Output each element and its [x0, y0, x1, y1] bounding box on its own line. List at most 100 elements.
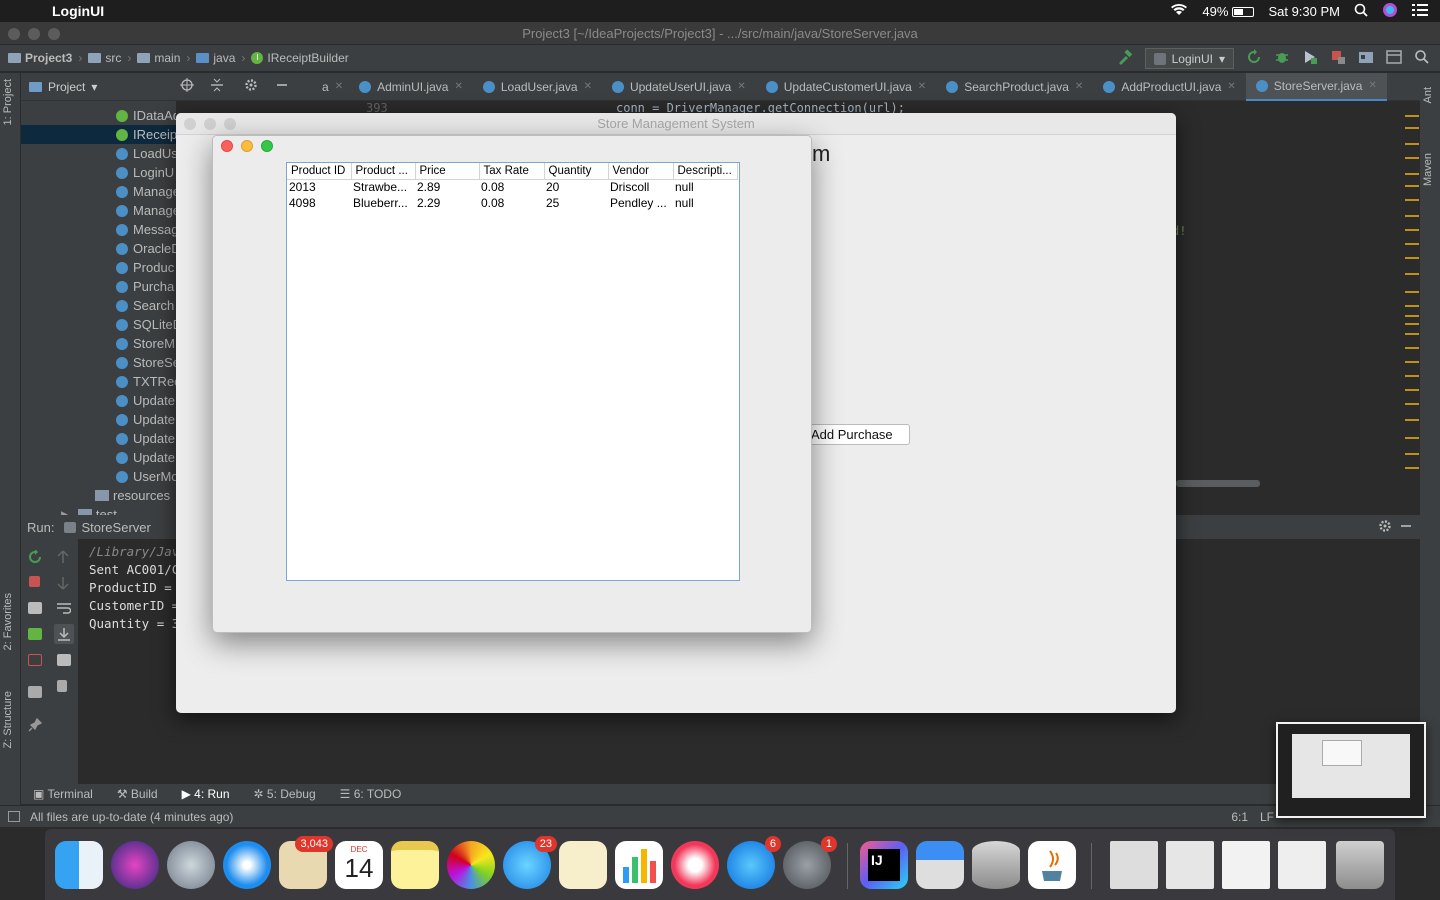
- tree-item[interactable]: UserMo: [21, 467, 176, 486]
- editor-tab-storeserver[interactable]: StoreServer.java ✕: [1245, 72, 1387, 101]
- tree-item[interactable]: OracleD: [21, 239, 176, 258]
- debug-bug-icon[interactable]: [1274, 49, 1290, 68]
- stop-icon[interactable]: [1330, 49, 1346, 68]
- tree-item[interactable]: Messag: [21, 220, 176, 239]
- table-cell[interactable]: Strawbe...: [351, 179, 415, 195]
- siri-icon[interactable]: [1382, 2, 1398, 21]
- column-header[interactable]: Vendor: [608, 163, 674, 180]
- trash-icon[interactable]: [57, 680, 67, 692]
- project-tool-tab[interactable]: 1: Project: [2, 79, 14, 125]
- ide-zoom-button[interactable]: [48, 28, 60, 40]
- structure-tool-tab[interactable]: Z: Structure: [2, 691, 14, 748]
- soft-wrap-icon[interactable]: [57, 602, 72, 614]
- minimized-window-4[interactable]: [1278, 841, 1326, 889]
- table-cell[interactable]: Driscoll: [608, 179, 673, 195]
- horizontal-scrollbar[interactable]: [1176, 480, 1260, 487]
- warning-marker[interactable]: [1405, 291, 1419, 293]
- run-panel-gear-icon[interactable]: [1378, 519, 1392, 536]
- warning-marker[interactable]: [1405, 333, 1419, 335]
- tree-item[interactable]: IDataAdapter: [21, 106, 176, 125]
- print-icon[interactable]: [57, 654, 71, 666]
- close-tab-icon[interactable]: ✕: [1075, 81, 1083, 92]
- mail-stamp-icon[interactable]: 3,043: [279, 836, 333, 889]
- warning-marker[interactable]: [1405, 361, 1419, 363]
- layout-icon[interactable]: [28, 686, 42, 698]
- table-cell[interactable]: 20: [544, 179, 608, 195]
- tree-item[interactable]: Update: [21, 410, 176, 429]
- warning-marker[interactable]: [1405, 437, 1419, 439]
- run-tab[interactable]: ▶ 4: Run: [182, 787, 230, 801]
- back-close-button[interactable]: [184, 118, 196, 130]
- warning-marker[interactable]: [1405, 347, 1419, 349]
- editor-tab-searchproduct[interactable]: SearchProduct.java ✕: [936, 73, 1093, 101]
- column-header[interactable]: Product ID: [287, 163, 352, 180]
- tree-item[interactable]: resources: [21, 486, 176, 505]
- finder-icon[interactable]: [55, 841, 103, 889]
- product-table-scrollpane[interactable]: Product ID Product ... Price Tax Rate Quanti…: [286, 162, 740, 581]
- itunes-music-icon[interactable]: [671, 841, 719, 889]
- column-header[interactable]: Product ...: [351, 163, 416, 180]
- table-cell[interactable]: 2.89: [415, 179, 479, 195]
- warning-marker[interactable]: [1405, 389, 1419, 391]
- editor-tab-updatecustomerui[interactable]: UpdateCustomerUI.java ✕: [756, 73, 936, 101]
- warning-marker[interactable]: [1405, 115, 1419, 117]
- table-cell[interactable]: 2.29: [415, 195, 479, 211]
- trash-can-icon[interactable]: [1336, 841, 1384, 889]
- intellij-idea-icon[interactable]: IJ: [860, 841, 908, 889]
- close-tab-icon[interactable]: ✕: [918, 81, 926, 92]
- rerun-icon[interactable]: [1246, 49, 1262, 68]
- table-cell[interactable]: null: [673, 195, 737, 211]
- close-button[interactable]: [221, 140, 233, 152]
- tree-item[interactable]: LoadUs: [21, 144, 176, 163]
- table-cell[interactable]: 0.08: [479, 179, 544, 195]
- tree-item[interactable]: Search: [21, 296, 176, 315]
- siri-icon[interactable]: [111, 841, 159, 889]
- rerun-icon[interactable]: [28, 549, 42, 563]
- column-header[interactable]: Descripti...: [673, 163, 738, 180]
- screenshot-thumbnail[interactable]: [1276, 722, 1426, 818]
- status-toggle-icon[interactable]: [8, 811, 20, 822]
- warning-marker[interactable]: [1405, 199, 1419, 201]
- project-structure-icon[interactable]: [1358, 49, 1374, 68]
- debug-tab[interactable]: ✲ 5: Debug: [254, 787, 316, 801]
- warning-marker[interactable]: [1405, 323, 1419, 325]
- messages-bubble-icon[interactable]: 23: [503, 836, 557, 889]
- tree-item[interactable]: StoreSe: [21, 353, 176, 372]
- warning-marker[interactable]: [1405, 375, 1419, 377]
- favorites-tool-tab[interactable]: 2: Favorites: [2, 593, 14, 650]
- coverage-icon[interactable]: [1302, 49, 1318, 68]
- breadcrumb-project[interactable]: Project3: [8, 51, 72, 65]
- numbers-chart-icon[interactable]: [615, 841, 663, 889]
- tree-item[interactable]: Produc: [21, 258, 176, 277]
- close-tab-icon[interactable]: ✕: [1227, 81, 1235, 92]
- ant-tool-tab[interactable]: Ant: [1422, 87, 1434, 104]
- project-view-selector[interactable]: Project: [48, 80, 85, 94]
- close-tab-icon[interactable]: ✕: [584, 81, 592, 92]
- safari-compass-icon[interactable]: [223, 841, 271, 889]
- panel-settings-gear-icon[interactable]: [244, 78, 258, 95]
- table-cell[interactable]: null: [673, 179, 737, 195]
- back-zoom-button[interactable]: [224, 118, 236, 130]
- scroll-to-end-icon[interactable]: [54, 624, 74, 644]
- table-cell[interactable]: 2013: [287, 179, 351, 195]
- warning-marker[interactable]: [1405, 143, 1419, 145]
- layout-icon[interactable]: [1386, 49, 1402, 68]
- warning-marker[interactable]: [1405, 467, 1419, 469]
- pin-icon[interactable]: [28, 717, 43, 732]
- keynote-podium-icon[interactable]: [916, 841, 964, 889]
- chevron-down-icon[interactable]: ▾: [91, 80, 97, 94]
- stop-icon[interactable]: [29, 576, 40, 587]
- tree-item[interactable]: LoginU: [21, 163, 176, 182]
- debug-dump-icon[interactable]: [28, 628, 42, 640]
- editor-tab-addproductui[interactable]: AddProductUI.java ✕: [1093, 73, 1245, 101]
- warning-marker[interactable]: [1405, 257, 1419, 259]
- notification-center-icon[interactable]: [1412, 3, 1428, 19]
- warning-marker[interactable]: [1405, 315, 1419, 317]
- tree-item[interactable]: SQLiteD: [21, 315, 176, 334]
- tree-item[interactable]: IReceip: [21, 125, 176, 144]
- column-header[interactable]: Tax Rate: [479, 163, 545, 180]
- warning-marker[interactable]: [1405, 229, 1419, 231]
- editor-tab-adminui[interactable]: AdminUI.java ✕: [349, 73, 473, 101]
- breadcrumb-main[interactable]: main: [137, 51, 180, 65]
- table-cell[interactable]: Pendley ...: [608, 195, 673, 211]
